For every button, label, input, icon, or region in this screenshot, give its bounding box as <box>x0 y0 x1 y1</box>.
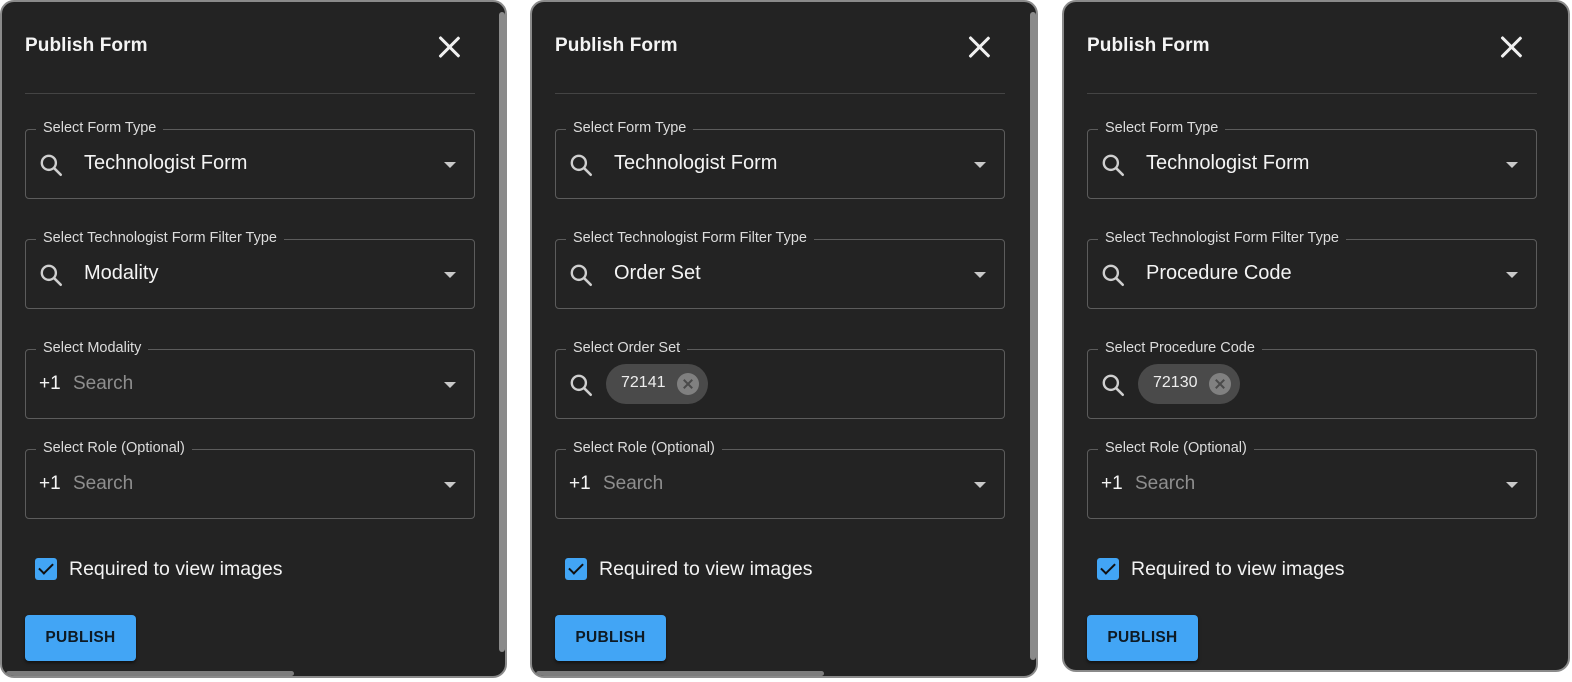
dropdown-arrow-icon[interactable] <box>974 162 986 168</box>
required-checkbox-label[interactable]: Required to view images <box>1131 558 1345 581</box>
role-select[interactable]: Select Role (Optional) +1 Search <box>555 440 1005 519</box>
role-select[interactable]: Select Role (Optional) +1 Search <box>25 440 475 519</box>
dropdown-arrow-icon[interactable] <box>444 272 456 278</box>
chip-remove-icon[interactable] <box>1209 373 1231 395</box>
close-icon[interactable] <box>1498 34 1524 60</box>
chip-label: 72130 <box>1153 374 1198 391</box>
order-set-label: Select Order Set <box>566 340 688 356</box>
dropdown-arrow-icon[interactable] <box>974 272 986 278</box>
filter-type-select[interactable]: Select Technologist Form Filter Type Pro… <box>1087 230 1537 309</box>
procedure-code-label: Select Procedure Code <box>1098 340 1262 356</box>
search-icon <box>1102 264 1125 287</box>
selected-count: +1 <box>39 473 61 494</box>
horizontal-scrollbar[interactable] <box>6 671 294 676</box>
filter-type-label: Select Technologist Form Filter Type <box>566 230 814 246</box>
horizontal-scrollbar[interactable] <box>536 671 824 676</box>
chip-remove-icon[interactable] <box>677 373 699 395</box>
checkbox-checked-icon[interactable] <box>35 558 57 580</box>
divider <box>1087 93 1537 94</box>
dropdown-arrow-icon[interactable] <box>974 482 986 488</box>
required-checkbox-label[interactable]: Required to view images <box>69 558 283 581</box>
publish-button[interactable]: PUBLISH <box>555 615 666 661</box>
modality-search-input[interactable]: Search <box>73 373 133 395</box>
role-select[interactable]: Select Role (Optional) +1 Search <box>1087 440 1537 519</box>
publish-form-dialog-3: Publish Form Select Form Type Technologi… <box>1062 0 1570 672</box>
divider <box>25 93 475 94</box>
form-type-select[interactable]: Select Form Type Technologist Form <box>25 120 475 199</box>
search-icon <box>570 264 593 287</box>
vertical-scrollbar[interactable] <box>499 12 505 652</box>
dropdown-arrow-icon[interactable] <box>1506 482 1518 488</box>
checkbox-checked-icon[interactable] <box>1097 558 1119 580</box>
form-type-value: Technologist Form <box>614 152 778 174</box>
form-type-value: Technologist Form <box>84 152 248 174</box>
filter-type-label: Select Technologist Form Filter Type <box>36 230 284 246</box>
search-icon <box>570 374 593 397</box>
required-checkbox-label[interactable]: Required to view images <box>599 558 813 581</box>
dialog-title: Publish Form <box>25 35 148 56</box>
dropdown-arrow-icon[interactable] <box>444 162 456 168</box>
form-type-label: Select Form Type <box>36 120 164 136</box>
chip-label: 72141 <box>621 374 666 391</box>
dropdown-arrow-icon[interactable] <box>444 482 456 488</box>
search-icon <box>40 264 63 287</box>
filter-type-value: Modality <box>84 262 159 284</box>
filter-type-select[interactable]: Select Technologist Form Filter Type Mod… <box>25 230 475 309</box>
form-type-label: Select Form Type <box>566 120 694 136</box>
divider <box>555 93 1005 94</box>
search-icon <box>570 154 593 177</box>
role-search-input[interactable]: Search <box>1135 473 1195 495</box>
search-icon <box>1102 374 1125 397</box>
selected-count: +1 <box>39 373 61 394</box>
vertical-scrollbar[interactable] <box>1030 12 1036 660</box>
role-label: Select Role (Optional) <box>1098 440 1254 456</box>
filter-type-value: Order Set <box>614 262 701 284</box>
publish-form-dialog-1: Publish Form Select Form Type Technologi… <box>0 0 507 678</box>
close-icon[interactable] <box>966 34 992 60</box>
filter-type-label: Select Technologist Form Filter Type <box>1098 230 1346 246</box>
form-type-select[interactable]: Select Form Type Technologist Form <box>1087 120 1537 199</box>
role-search-input[interactable]: Search <box>73 473 133 495</box>
filter-type-select[interactable]: Select Technologist Form Filter Type Ord… <box>555 230 1005 309</box>
publish-button[interactable]: PUBLISH <box>25 615 136 661</box>
publish-button[interactable]: PUBLISH <box>1087 615 1198 661</box>
dropdown-arrow-icon[interactable] <box>444 382 456 388</box>
form-type-select[interactable]: Select Form Type Technologist Form <box>555 120 1005 199</box>
search-icon <box>40 154 63 177</box>
role-label: Select Role (Optional) <box>566 440 722 456</box>
procedure-code-select[interactable]: Select Procedure Code 72130 <box>1087 340 1537 419</box>
selected-count: +1 <box>569 473 591 494</box>
form-type-value: Technologist Form <box>1146 152 1310 174</box>
close-icon[interactable] <box>436 34 462 60</box>
selected-chip: 72141 <box>606 364 708 404</box>
dialog-title: Publish Form <box>555 35 678 56</box>
dropdown-arrow-icon[interactable] <box>1506 162 1518 168</box>
filter-type-value: Procedure Code <box>1146 262 1292 284</box>
role-label: Select Role (Optional) <box>36 440 192 456</box>
form-type-label: Select Form Type <box>1098 120 1226 136</box>
modality-select[interactable]: Select Modality +1 Search <box>25 340 475 419</box>
search-icon <box>1102 154 1125 177</box>
modality-label: Select Modality <box>36 340 149 356</box>
order-set-select[interactable]: Select Order Set 72141 <box>555 340 1005 419</box>
selected-count: +1 <box>1101 473 1123 494</box>
dialog-title: Publish Form <box>1087 35 1210 56</box>
selected-chip: 72130 <box>1138 364 1240 404</box>
publish-form-dialog-2: Publish Form Select Form Type Technologi… <box>530 0 1038 678</box>
dropdown-arrow-icon[interactable] <box>1506 272 1518 278</box>
role-search-input[interactable]: Search <box>603 473 663 495</box>
checkbox-checked-icon[interactable] <box>565 558 587 580</box>
